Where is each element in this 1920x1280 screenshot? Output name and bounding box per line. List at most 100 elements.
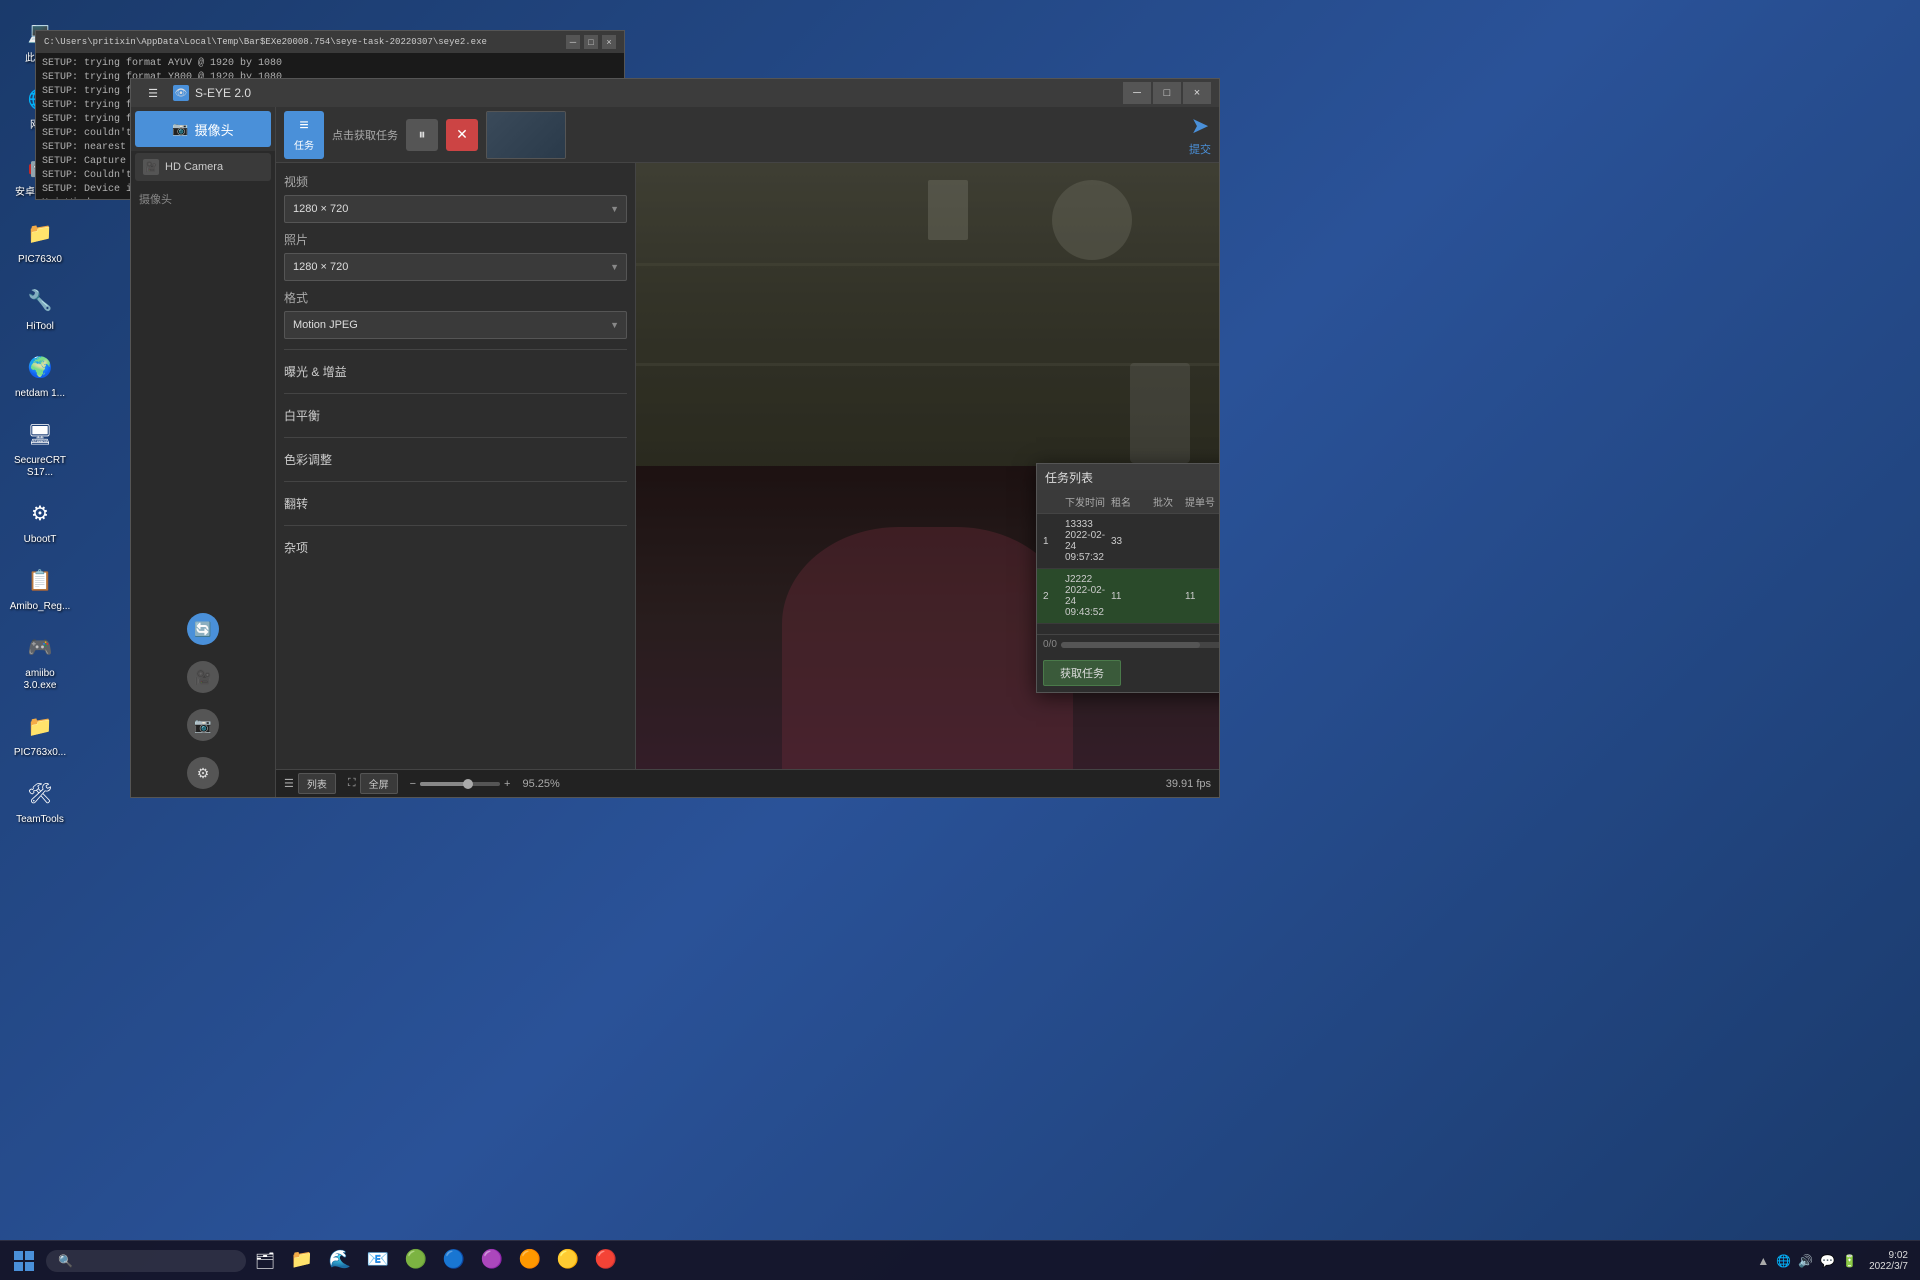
add-camera-btn[interactable]: 📷 摄像头 (135, 111, 271, 147)
close-btn[interactable]: × (1183, 82, 1211, 104)
amiibo-icon: 🎮 (22, 629, 58, 665)
row2-time: J2222 2022-02-24 09:43:52 (1065, 574, 1109, 618)
task-row-1[interactable]: 1 13333 2022-02-24 09:57:32 33 (1037, 514, 1219, 569)
tray-expand-icon[interactable]: ▲ (1755, 1254, 1771, 1268)
amibo-icon: 📋 (22, 562, 58, 598)
desktop-icon-teamtools[interactable]: 🛠 TeamTools (5, 771, 75, 830)
zoom-track[interactable] (420, 782, 500, 786)
terminal-close-btn[interactable]: × (602, 35, 616, 49)
color-section[interactable]: 色彩调整 (284, 448, 627, 471)
sidebar-top: 📷 摄像头 (131, 107, 275, 151)
start-button[interactable] (6, 1246, 42, 1276)
task-list-icon: ≡ (299, 117, 308, 135)
format-select[interactable]: Motion JPEG (284, 311, 627, 339)
maximize-btn[interactable]: □ (1153, 82, 1181, 104)
row1-tenant: 33 (1111, 536, 1151, 547)
sidebar-icons-group: 🔄 🎥 📷 ⚙ (131, 605, 275, 797)
settings-icon-btn[interactable]: ⚙ (187, 757, 219, 789)
pause-btn[interactable]: ⏸ (406, 119, 438, 151)
desktop-icon-pic2[interactable]: 📁 PIC763x0... (5, 704, 75, 763)
close-task-btn[interactable]: ✕ (446, 119, 478, 151)
resolution-select-wrapper[interactable]: 1280 × 720 (284, 195, 627, 223)
uboot-label: UbootT (24, 534, 57, 546)
amiibo-label: amiibo 3.0.exe (9, 668, 71, 692)
photo-select-wrapper[interactable]: 1280 × 720 (284, 253, 627, 281)
terminal-minimize-btn[interactable]: ─ (566, 35, 580, 49)
rotate-section[interactable]: 翻转 (284, 492, 627, 515)
win-sq2 (25, 1251, 34, 1260)
desktop-icon-securecrt[interactable]: 🖥 SecureCRT S17... (5, 412, 75, 483)
desktop-icon-amiibo[interactable]: 🎮 amiibo 3.0.exe (5, 625, 75, 696)
hamburger-menu-btn[interactable]: ☰ (139, 82, 167, 104)
desktop-icon-uboot[interactable]: ⚙ UbootT (5, 491, 75, 550)
resolution-setting: 视频 1280 × 720 (284, 171, 627, 223)
taskbar-app-explorer[interactable]: 📁 (284, 1244, 320, 1278)
photo-setting: 照片 1280 × 720 (284, 229, 627, 281)
tray-message-icon[interactable]: 💬 (1818, 1254, 1837, 1268)
taskbar-app-4[interactable]: 🟠 (512, 1244, 548, 1278)
taskbar-app-2[interactable]: 🔵 (436, 1244, 472, 1278)
taskbar-search-box[interactable]: 🔍 (46, 1250, 246, 1272)
fetch-tasks-btn[interactable]: 获取任务 (1043, 660, 1121, 686)
tray-network-icon[interactable]: 🌐 (1774, 1254, 1793, 1268)
top-toolbar: ≡ 任务 点击获取任务 ⏸ ✕ ➤ (276, 107, 1219, 163)
other-section[interactable]: 杂项 (284, 536, 627, 559)
teamtools-icon: 🛠 (22, 775, 58, 811)
taskbar: 🔍 🗂 📁 🌊 📧 🟢 🔵 🟣 🟠 (0, 1240, 1920, 1280)
app6-icon: 🔴 (595, 1249, 617, 1270)
teamtools-label: TeamTools (16, 814, 64, 826)
desktop-icon-pic[interactable]: 📁 PIC763x0 (5, 211, 75, 270)
minimize-btn[interactable]: ─ (1123, 82, 1151, 104)
netdam-icon: 🌍 (22, 349, 58, 385)
record-icon-btn[interactable]: 🎥 (187, 661, 219, 693)
taskbar-app-mail[interactable]: 📧 (360, 1244, 396, 1278)
zoom-in-icon[interactable]: + (504, 778, 510, 790)
tray-volume-icon[interactable]: 🔊 (1796, 1254, 1815, 1268)
main-titlebar-left: ☰ 👁 S-EYE 2.0 (139, 82, 251, 104)
task-list-btn[interactable]: ≡ 任务 (284, 111, 324, 159)
capture-icon-btn[interactable]: 📷 (187, 709, 219, 741)
win-sq4 (25, 1262, 34, 1271)
fps-value: 39.91 fps (1166, 778, 1211, 790)
task-row-2[interactable]: 2 J2222 2022-02-24 09:43:52 11 11 (1037, 569, 1219, 624)
pic-icon: 📁 (22, 215, 58, 251)
white-balance-section[interactable]: 白平衡 (284, 404, 627, 427)
desktop-icon-hitool[interactable]: 🔧 HiTool (5, 278, 75, 337)
taskbar-app-edge[interactable]: 🌊 (322, 1244, 358, 1278)
taskbar-app-3[interactable]: 🟣 (474, 1244, 510, 1278)
taskbar-app-6[interactable]: 🔴 (588, 1244, 624, 1278)
fullscreen-btn[interactable]: 全屏 (360, 773, 398, 794)
resolution-select[interactable]: 1280 × 720 (284, 195, 627, 223)
row2-tenant: 11 (1111, 591, 1151, 602)
camera-plus-icon: 📷 (172, 121, 188, 137)
terminal-line: SETUP: trying format AYUV @ 1920 by 1080 (42, 57, 618, 71)
task-view-icon: 🗂 (255, 1251, 275, 1271)
format-select-wrapper[interactable]: Motion JPEG (284, 311, 627, 339)
camera-item-hd[interactable]: 🎥 HD Camera (135, 153, 271, 181)
refresh-icon-btn[interactable]: 🔄 (187, 613, 219, 645)
exposure-section[interactable]: 曝光 & 增益 (284, 360, 627, 383)
taskbar-pinned-apps: 📁 🌊 📧 🟢 🔵 🟣 🟠 🟡 (284, 1244, 624, 1278)
app3-icon: 🟣 (481, 1249, 503, 1270)
device-label: 摄像头 (131, 187, 275, 211)
desktop-icon-amibo[interactable]: 📋 Amibo_Reg... (5, 558, 75, 617)
taskbar-app-5[interactable]: 🟡 (550, 1244, 586, 1278)
taskbar-app-1[interactable]: 🟢 (398, 1244, 434, 1278)
zoom-out-icon[interactable]: − (410, 778, 416, 790)
system-clock[interactable]: 9:02 2022/3/7 (1863, 1250, 1914, 1272)
list-view-btn[interactable]: 列表 (298, 773, 336, 794)
win-sq1 (14, 1251, 23, 1260)
explorer-icon: 📁 (291, 1249, 313, 1270)
desktop-icon-netdam[interactable]: 🌍 netdam 1... (5, 345, 75, 404)
photo-select[interactable]: 1280 × 720 (284, 253, 627, 281)
task-dialog: 任务列表 ? × 下发时间 租名 (1036, 463, 1219, 693)
zoom-thumb[interactable] (463, 779, 473, 789)
tray-battery-icon[interactable]: 🔋 (1840, 1254, 1859, 1268)
fetch-tasks-hint: 点击获取任务 (332, 127, 398, 143)
app2-icon: 🔵 (443, 1249, 465, 1270)
task-view-btn[interactable]: 🗂 (250, 1246, 280, 1276)
submit-btn[interactable]: ➤ 提交 (1189, 111, 1211, 159)
terminal-titlebar: C:\Users\pritixin\AppData\Local\Temp\Bar… (36, 31, 624, 53)
terminal-maximize-btn[interactable]: □ (584, 35, 598, 49)
dialog-progress-bar (1061, 642, 1219, 648)
